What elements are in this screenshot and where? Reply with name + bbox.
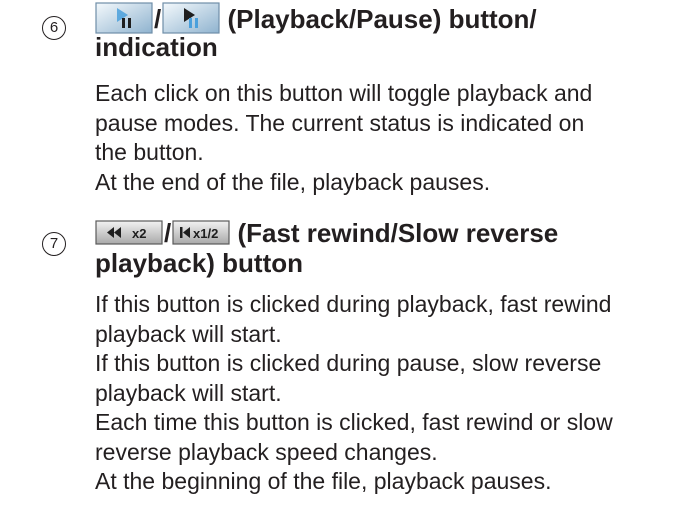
body-line: the button. bbox=[95, 139, 204, 165]
body-line: At the end of the file, playback pauses. bbox=[95, 168, 491, 195]
icon-separator: / bbox=[154, 4, 162, 34]
body-line: If this button is clicked during pause, … bbox=[95, 350, 602, 376]
heading-title: (Playback/Pause) button/ bbox=[227, 4, 537, 34]
body-line: Each click on this button will toggle pl… bbox=[95, 80, 593, 106]
heading-title: (Fast rewind/Slow reverse bbox=[237, 218, 559, 248]
body-line: playback will start. bbox=[95, 379, 282, 406]
body-line: reverse playback speed changes. bbox=[95, 438, 438, 465]
description-fast-rewind: If this button is clicked during playbac… bbox=[95, 290, 613, 497]
heading-line2-fast-rewind: playback) button bbox=[95, 248, 304, 278]
icon-label-x2: x2 bbox=[132, 226, 146, 241]
body-line: At the beginning of the file, playback p… bbox=[95, 468, 552, 494]
description-playback-pause: Each click on this button will toggle pl… bbox=[95, 79, 592, 197]
body-line: Each time this button is clicked, fast r… bbox=[95, 409, 613, 435]
body-line: If this button is clicked during playbac… bbox=[95, 291, 612, 317]
item-number-7: 7 bbox=[42, 232, 66, 256]
item-number-6: 6 bbox=[42, 16, 66, 40]
body-line: pause modes. The current status is indic… bbox=[95, 109, 585, 136]
icon-label-x1-2: x1/2 bbox=[193, 226, 218, 241]
heading-fast-rewind: x2 / x1/2 (Fast rewind/Slow reverse bbox=[95, 218, 558, 252]
heading-line2-playback: indication bbox=[95, 32, 218, 62]
body-line: playback will start. bbox=[95, 320, 282, 347]
icon-separator: / bbox=[164, 218, 172, 248]
